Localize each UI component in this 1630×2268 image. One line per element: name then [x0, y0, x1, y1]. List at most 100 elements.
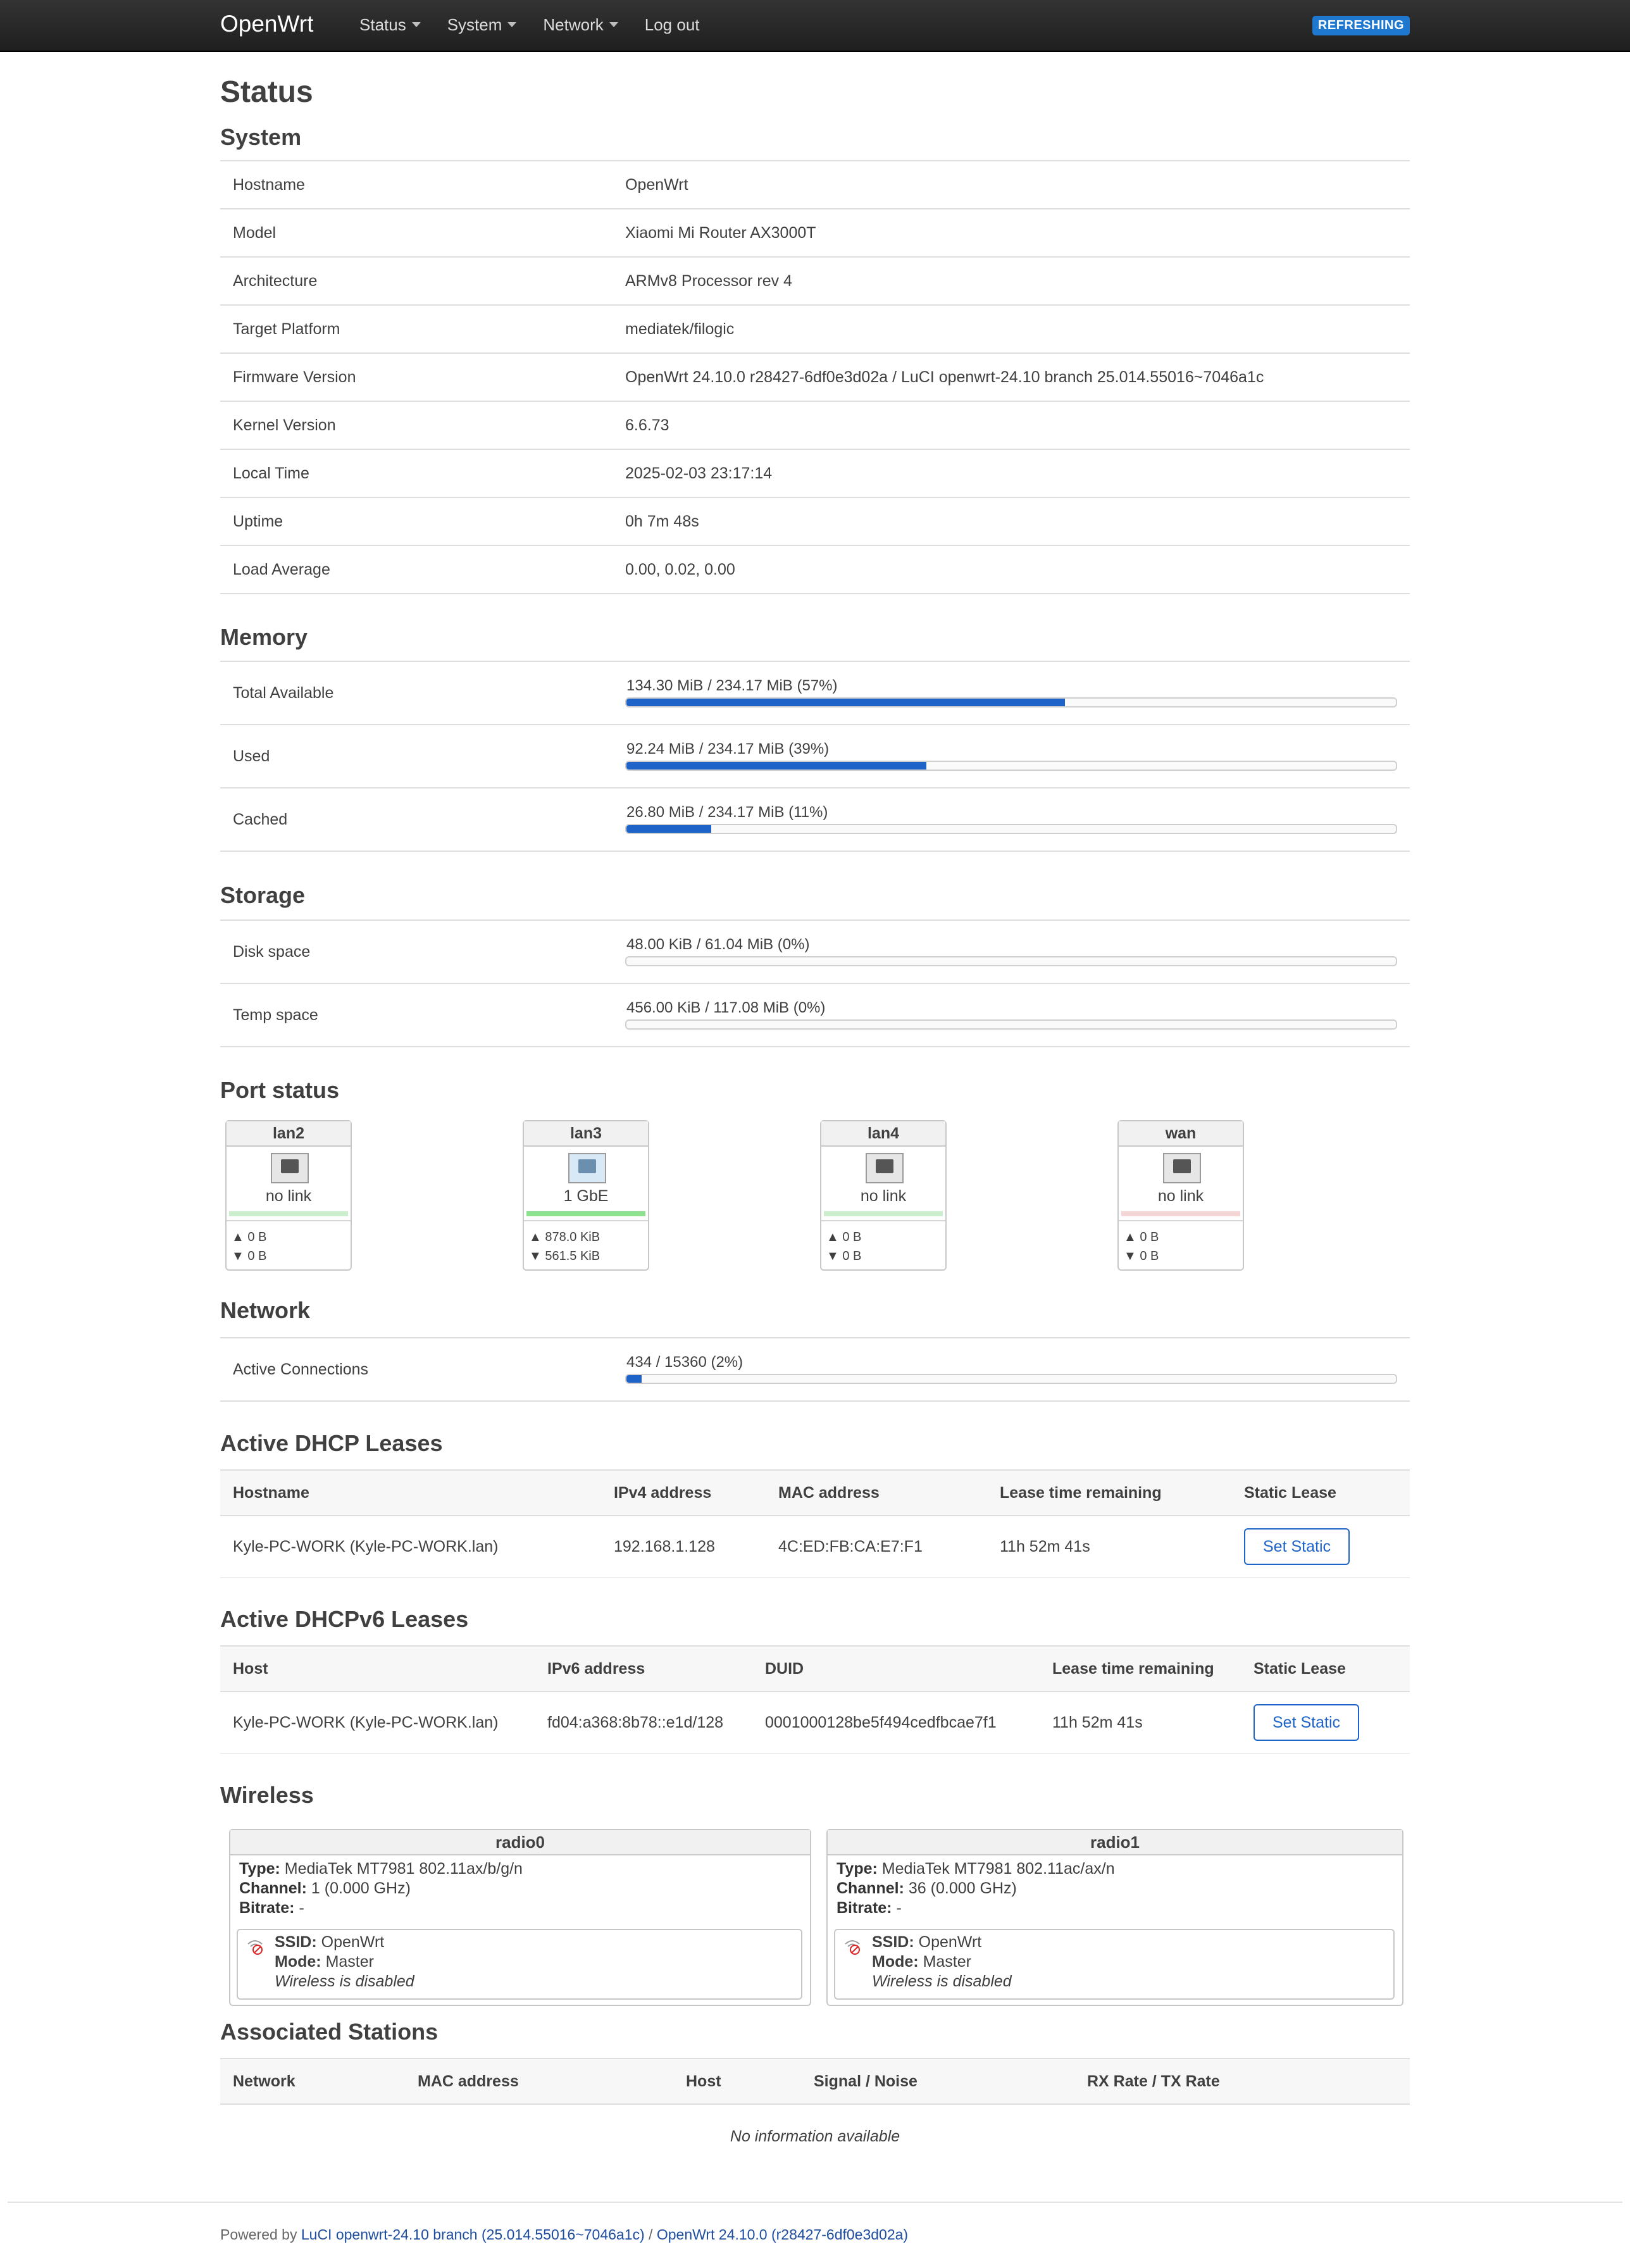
lease-host: Kyle-PC-WORK (Kyle-PC-WORK.lan): [220, 1692, 535, 1754]
wireless-status-note: Wireless is disabled: [275, 1972, 414, 1990]
progress-text: 48.00 KiB / 61.04 MiB (0%): [626, 936, 810, 953]
stations-table: Network MAC address Host Signal / Noise …: [220, 2058, 1410, 2105]
progress-bar: [625, 1374, 1397, 1384]
progress-bar: [625, 761, 1397, 771]
column-header: Static Lease: [1241, 1645, 1410, 1692]
menu-logout[interactable]: Log out: [645, 15, 700, 35]
port-link-status: no link: [860, 1187, 907, 1205]
row-label: Disk space: [233, 943, 311, 961]
menu-network[interactable]: Network: [543, 15, 618, 35]
progress-text: 26.80 MiB / 234.17 MiB (11%): [626, 804, 828, 821]
row-value: 6.6.73: [625, 416, 669, 434]
system-row-target-platform: Target Platform mediatek/filogic: [220, 306, 1410, 354]
radio0-panel: radio0 Type: MediaTek MT7981 802.11ax/b/…: [229, 1829, 811, 2006]
row-label: Model: [233, 224, 277, 242]
dhcpv6-section-title: Active DHCPv6 Leases: [220, 1606, 469, 1632]
port-status-panel: lan2 no link ▲ 0 B ▼ 0 B lan3 1 GbE ▲ 878…: [225, 1120, 1415, 1272]
row-label: Active Connections: [233, 1361, 369, 1378]
port-link-status: no link: [265, 1187, 312, 1205]
progress-fill: [626, 1375, 642, 1383]
radio-type: MediaTek MT7981 802.11ac/ax/n: [881, 1860, 1115, 1878]
column-header: Network: [220, 2058, 405, 2105]
brand-logo[interactable]: OpenWrt: [220, 0, 313, 48]
port-tx: ▲ 0 B: [232, 1230, 267, 1244]
footer-divider: [8, 2202, 1622, 2203]
table-header-row: Network MAC address Host Signal / Noise …: [220, 2058, 1410, 2105]
radio-type: MediaTek MT7981 802.11ax/b/g/n: [284, 1860, 523, 1878]
refreshing-badge[interactable]: REFRESHING: [1312, 16, 1410, 35]
row-label: Cached: [233, 811, 288, 828]
set-static-button[interactable]: Set Static: [1244, 1528, 1350, 1565]
menu-logout-label: Log out: [644, 15, 700, 34]
memory-row-used: Used 92.24 MiB / 234.17 MiB (39%): [220, 725, 1410, 788]
port-traffic: ▲ 0 B ▼ 0 B: [821, 1220, 945, 1266]
row-label: Target Platform: [233, 320, 340, 338]
menu-status[interactable]: Status: [359, 15, 421, 35]
mode-value: Master: [325, 1953, 374, 1971]
storage-row-disk: Disk space 48.00 KiB / 61.04 MiB (0%): [220, 921, 1410, 984]
port-traffic: ▲ 878.0 KiB ▼ 561.5 KiB: [524, 1220, 648, 1266]
radio-channel: 36 (0.000 GHz): [908, 1879, 1017, 1897]
progress-bar: [625, 956, 1397, 966]
column-header: Static Lease: [1231, 1469, 1410, 1516]
openwrt-version-link[interactable]: OpenWrt 24.10.0 (r28427-6df0e3d02a): [657, 2226, 908, 2243]
port-link-status: 1 GbE: [563, 1187, 609, 1205]
port-link-status: no link: [1157, 1187, 1204, 1205]
row-label: Total Available: [233, 684, 334, 702]
port-name: wan: [1119, 1121, 1243, 1147]
lease-ipv4: 192.168.1.128: [601, 1516, 766, 1578]
row-label: Temp space: [233, 1006, 318, 1024]
page-title: Status: [220, 75, 313, 109]
port-traffic: ▲ 0 B ▼ 0 B: [1119, 1220, 1243, 1266]
column-header: Signal / Noise: [801, 2058, 1074, 2105]
port-led: [824, 1211, 943, 1216]
column-header: MAC address: [766, 1469, 987, 1516]
ethernet-port-icon: [1163, 1153, 1201, 1183]
progress-bar: [625, 1019, 1397, 1030]
system-row-model: Model Xiaomi Mi Router AX3000T: [220, 209, 1410, 258]
menu-network-label: Network: [543, 15, 604, 34]
mode-value: Master: [923, 1953, 971, 1971]
lease-time: 11h 52m 41s: [1040, 1692, 1241, 1754]
chevron-down-icon: [507, 22, 517, 27]
port-name: lan2: [227, 1121, 351, 1147]
progress-bar: [625, 824, 1397, 834]
menu-system[interactable]: System: [447, 15, 517, 35]
port-rx: ▼ 0 B: [826, 1249, 862, 1263]
memory-table: Total Available 134.30 MiB / 234.17 MiB (…: [220, 661, 1410, 852]
wireless-status-note: Wireless is disabled: [872, 1972, 1012, 1990]
memory-row-cached: Cached 26.80 MiB / 234.17 MiB (11%): [220, 788, 1410, 852]
port-name: lan4: [821, 1121, 945, 1147]
lease-mac: 4C:ED:FB:CA:E7:F1: [766, 1516, 987, 1578]
row-label: Firmware Version: [233, 368, 356, 386]
system-row-kernel: Kernel Version 6.6.73: [220, 402, 1410, 450]
row-label: Local Time: [233, 464, 309, 482]
lease-duid: 0001000128be5f494cedfbcae7f1: [752, 1692, 1040, 1754]
table-row: Kyle-PC-WORK (Kyle-PC-WORK.lan) fd04:a36…: [220, 1692, 1410, 1754]
network-section-title: Network: [220, 1297, 311, 1323]
ssid-label: SSID:: [872, 1933, 914, 1951]
radio-info: Type: MediaTek MT7981 802.11ac/ax/n Chan…: [828, 1855, 1402, 1922]
footer: Powered by LuCI openwrt-24.10 branch (25…: [220, 2226, 908, 2243]
port-wan: wan no link ▲ 0 B ▼ 0 B: [1117, 1120, 1244, 1271]
progress-fill: [626, 699, 1066, 706]
progress-text: 456.00 KiB / 117.08 MiB (0%): [626, 999, 826, 1016]
mode-label: Mode:: [275, 1953, 321, 1971]
system-row-firmware: Firmware Version OpenWrt 24.10.0 r28427-6…: [220, 354, 1410, 402]
column-header: Host: [673, 2058, 801, 2105]
port-led: [229, 1211, 348, 1216]
table-header-row: Hostname IPv4 address MAC address Lease …: [220, 1469, 1410, 1516]
ethernet-port-icon: [866, 1153, 904, 1183]
progress-text: 92.24 MiB / 234.17 MiB (39%): [626, 740, 830, 757]
chevron-down-icon: [609, 22, 618, 27]
static-lease-cell: Set Static: [1241, 1692, 1410, 1754]
row-label: Architecture: [233, 272, 318, 290]
storage-row-temp: Temp space 456.00 KiB / 117.08 MiB (0%): [220, 984, 1410, 1047]
row-value: ARMv8 Processor rev 4: [625, 272, 792, 290]
set-static-button[interactable]: Set Static: [1254, 1704, 1359, 1741]
luci-version-link[interactable]: LuCI openwrt-24.10 branch (25.014.55016~…: [301, 2226, 645, 2243]
row-value: OpenWrt: [625, 176, 688, 194]
port-lan3: lan3 1 GbE ▲ 878.0 KiB ▼ 561.5 KiB: [523, 1120, 649, 1271]
port-tx: ▲ 0 B: [1124, 1230, 1159, 1244]
bitrate-label: Bitrate:: [837, 1899, 892, 1917]
